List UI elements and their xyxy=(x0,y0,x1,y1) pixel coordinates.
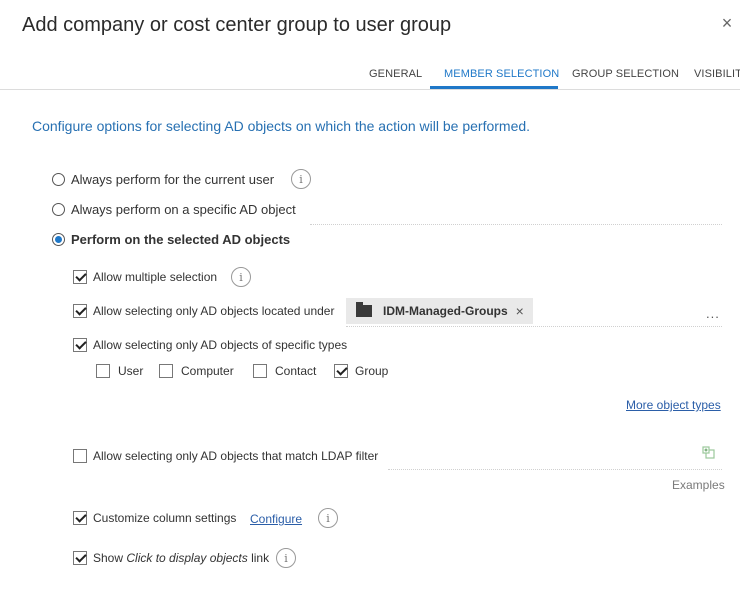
container-field-underline xyxy=(346,326,722,327)
checkbox-label: Allow selecting only AD objects located … xyxy=(93,304,335,318)
checkbox[interactable] xyxy=(159,364,173,378)
column-settings-option[interactable]: Customize column settings xyxy=(73,511,236,525)
radio-label: Perform on the selected AD objects xyxy=(71,232,291,247)
checkbox[interactable] xyxy=(73,338,87,352)
info-icon[interactable]: i xyxy=(291,169,311,189)
ldap-filter-option[interactable]: Allow selecting only AD objects that mat… xyxy=(73,449,378,463)
radio-selected-objects[interactable]: Perform on the selected AD objects xyxy=(52,232,290,247)
radio-label: Always perform on a specific AD object xyxy=(71,202,296,217)
checkbox-label: Allow selecting only AD objects of speci… xyxy=(93,338,348,352)
radio-button[interactable] xyxy=(52,173,65,186)
checkbox[interactable] xyxy=(73,270,87,284)
chip-label: IDM-Managed-Groups xyxy=(383,304,508,318)
tab-general[interactable]: GENERAL xyxy=(369,68,422,80)
type-group[interactable]: Group xyxy=(334,364,388,378)
radio-current-user[interactable]: Always perform for the current user xyxy=(52,172,274,187)
checkbox-label: Group xyxy=(355,364,389,378)
checkbox[interactable] xyxy=(253,364,267,378)
intro-text: Configure options for selecting AD objec… xyxy=(32,118,531,134)
more-object-types-link[interactable]: More object types xyxy=(626,398,721,412)
checkbox-label: Contact xyxy=(275,364,317,378)
dialog-title: Add company or cost center group to user… xyxy=(22,14,452,36)
radio-button[interactable] xyxy=(52,203,65,216)
label-pre: Show xyxy=(93,551,127,565)
tab-member-selection[interactable]: MEMBER SELECTION xyxy=(444,68,559,80)
filter-add-icon[interactable] xyxy=(702,446,716,460)
multiple-selection-option[interactable]: Allow multiple selection xyxy=(73,270,217,284)
label-emphasis: Click to display objects xyxy=(126,551,248,565)
tab-group-selection[interactable]: GROUP SELECTION xyxy=(572,68,679,80)
radio-button[interactable] xyxy=(52,233,65,246)
configure-link[interactable]: Configure xyxy=(250,512,302,526)
tabs-divider xyxy=(0,89,740,90)
specific-types-option[interactable]: Allow selecting only AD objects of speci… xyxy=(73,338,347,352)
checkbox[interactable] xyxy=(73,551,87,565)
show-link-option[interactable]: Show Click to display objects link xyxy=(73,551,269,565)
info-icon[interactable]: i xyxy=(318,508,338,528)
checkbox-label: Show Click to display objects link xyxy=(93,551,269,565)
browse-button[interactable]: ... xyxy=(706,306,720,321)
checkbox-label: Allow multiple selection xyxy=(93,270,218,284)
tab-visibility[interactable]: VISIBILITY xyxy=(694,68,740,80)
remove-chip-icon[interactable]: × xyxy=(516,304,524,318)
specific-object-field[interactable] xyxy=(310,224,722,225)
container-chip[interactable]: IDM-Managed-Groups × xyxy=(346,298,533,324)
type-user[interactable]: User xyxy=(96,364,143,378)
radio-specific-object[interactable]: Always perform on a specific AD object xyxy=(52,202,296,217)
info-icon[interactable]: i xyxy=(276,548,296,568)
folder-icon xyxy=(356,302,372,317)
checkbox[interactable] xyxy=(73,511,87,525)
checkbox[interactable] xyxy=(96,364,110,378)
checkbox[interactable] xyxy=(73,304,87,318)
close-icon[interactable]: × xyxy=(719,14,735,32)
info-icon[interactable]: i xyxy=(231,267,251,287)
located-under-option[interactable]: Allow selecting only AD objects located … xyxy=(73,304,334,318)
checkbox[interactable] xyxy=(334,364,348,378)
checkbox[interactable] xyxy=(73,449,87,463)
type-computer[interactable]: Computer xyxy=(159,364,234,378)
checkbox-label: Customize column settings xyxy=(93,511,237,525)
examples-link[interactable]: Examples xyxy=(672,478,725,492)
type-contact[interactable]: Contact xyxy=(253,364,316,378)
label-post: link xyxy=(247,551,270,565)
checkbox-label: Allow selecting only AD objects that mat… xyxy=(93,449,379,463)
checkbox-label: User xyxy=(118,364,144,378)
ldap-filter-field[interactable] xyxy=(388,469,722,470)
radio-label: Always perform for the current user xyxy=(71,172,275,187)
checkbox-label: Computer xyxy=(181,364,234,378)
